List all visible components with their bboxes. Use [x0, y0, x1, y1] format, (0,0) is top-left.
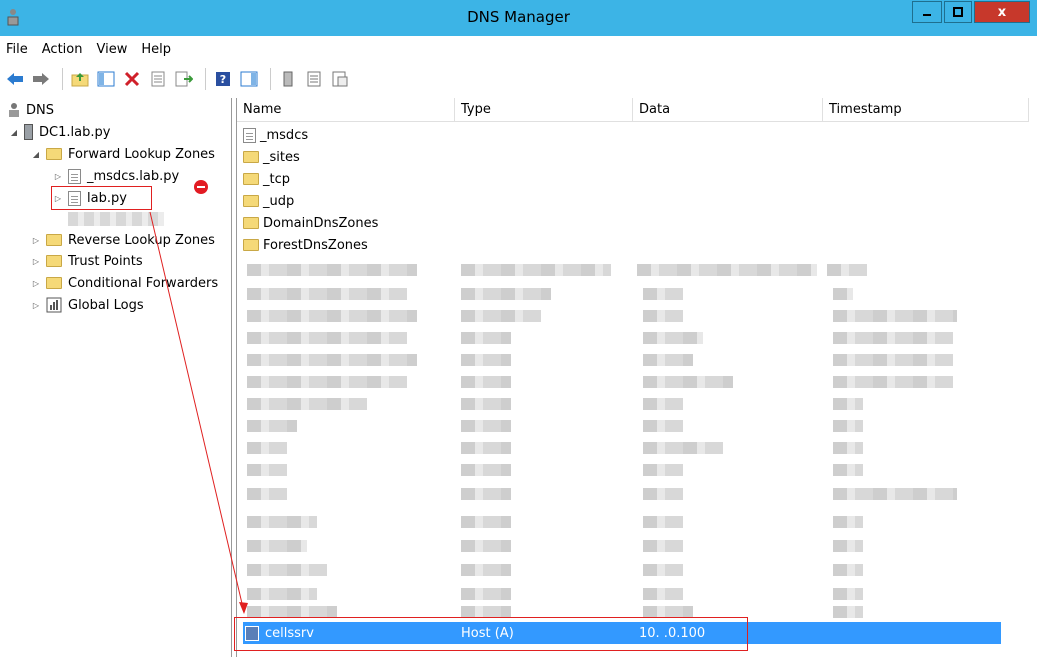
annotation-arrow: [149, 211, 248, 614]
